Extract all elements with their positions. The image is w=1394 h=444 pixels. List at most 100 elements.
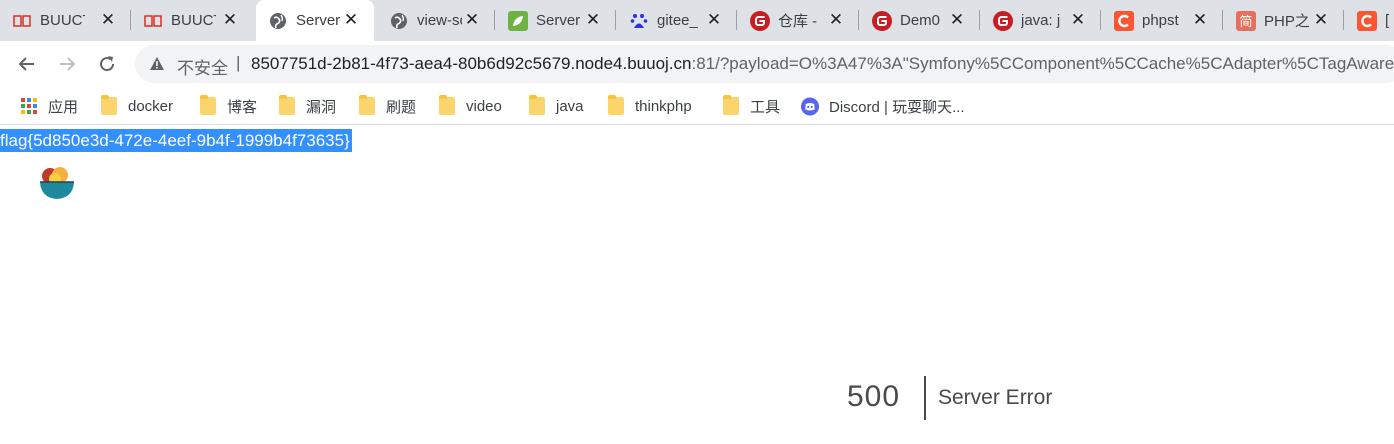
close-icon[interactable]: ✕ <box>1069 11 1087 29</box>
bookmark-docker[interactable]: docker <box>100 95 174 116</box>
globe-icon <box>268 11 288 31</box>
arrow-right-icon <box>60 57 76 71</box>
tab-view-source[interactable]: view-source ✕ <box>377 0 495 41</box>
globe-icon <box>389 11 409 31</box>
tab-buuctf-1[interactable]: BUUCTF ✕ <box>0 0 131 41</box>
tab-title: view-source <box>417 12 462 29</box>
baidu-icon <box>629 11 649 31</box>
close-icon[interactable]: ✕ <box>1191 11 1209 29</box>
arrow-left-icon <box>18 57 34 71</box>
buu-icon <box>12 11 32 31</box>
url-host: 8507751d-2b81-4f73-aea4-80b6d92c5679.nod… <box>251 54 692 73</box>
csdn-icon <box>1114 10 1134 31</box>
tab-title: phpst <box>1142 12 1179 29</box>
url-path: :81/?payload=O%3A47%3A"Symfony%5CCompone… <box>691 54 1394 73</box>
leaf-icon <box>508 10 528 31</box>
close-icon[interactable]: ✕ <box>1312 11 1330 29</box>
tab-gitee-baidu[interactable]: gitee_ ✕ <box>617 0 737 41</box>
tab-title: PHP之 <box>1264 13 1309 30</box>
tab-gitee-repo[interactable]: 仓库 - ✕ <box>738 0 859 41</box>
reload-icon <box>100 56 115 72</box>
bookmark-label: 漏洞 <box>306 98 337 116</box>
error-code: 500 <box>847 380 901 413</box>
bookmark-discord[interactable]: Discord | 玩耍聊天... <box>801 96 965 116</box>
tab-csdn-phpst[interactable]: phpst ✕ <box>1102 0 1223 41</box>
bookmark-thinkphp[interactable]: thinkphp <box>607 95 692 116</box>
gitee-icon <box>993 10 1013 31</box>
csdn-icon <box>1357 10 1377 31</box>
bookmarks-bar: 应用 docker 博客 漏洞 刷题 video java thinkphp 工… <box>0 87 1394 125</box>
folder-icon <box>528 95 546 115</box>
close-icon[interactable]: ✕ <box>948 11 966 29</box>
bookmark-video[interactable]: video <box>438 95 502 116</box>
folder-icon <box>607 95 625 115</box>
tab-separator <box>1343 10 1344 30</box>
bookmark-label: 博客 <box>227 98 258 116</box>
reload-button[interactable] <box>92 49 122 79</box>
not-secure-label[interactable]: 不安全 <box>177 54 228 79</box>
bookmark-java[interactable]: java <box>528 95 584 116</box>
tab-title: BUUCTF <box>171 12 216 29</box>
bookmark-label: 应用 <box>48 98 79 116</box>
error-divider <box>924 376 926 420</box>
tab-separator <box>1222 10 1223 30</box>
tab-gitee-java[interactable]: java: j ✕ <box>981 0 1101 41</box>
tab-separator <box>1100 10 1101 30</box>
close-icon[interactable]: ✕ <box>827 11 845 29</box>
tab-server-error-active[interactable]: Server Error ✕ <box>256 0 374 41</box>
folder-icon <box>722 95 740 115</box>
tab-server-error-2[interactable]: Server Error ✕ <box>496 0 616 41</box>
bookmark-apps[interactable]: 应用 <box>20 96 78 116</box>
bookmark-label: 刷题 <box>386 98 417 116</box>
buu-icon <box>143 11 163 31</box>
close-icon[interactable]: ✕ <box>584 11 602 29</box>
tab-title: Server Error <box>536 12 581 29</box>
folder-icon <box>358 95 376 115</box>
close-icon[interactable]: ✕ <box>705 11 723 29</box>
tab-buuctf-2[interactable]: BUUCTF ✕ <box>131 0 253 41</box>
gitee-icon <box>872 10 892 31</box>
folder-icon <box>278 95 296 115</box>
bookmark-tools[interactable]: 工具 <box>722 95 781 116</box>
bookmark-label: video <box>466 97 502 115</box>
tab-gitee-dem0[interactable]: Dem0 ✕ <box>860 0 980 41</box>
tab-separator <box>494 10 495 30</box>
folder-icon <box>199 95 217 115</box>
flag-text-selected[interactable]: flag{5d850e3d-472e-4eef-9b4f-1999b4f7363… <box>0 129 352 152</box>
discord-icon <box>801 97 819 115</box>
bowl-logo-icon <box>38 165 76 203</box>
folder-icon <box>100 95 118 115</box>
warning-triangle-icon[interactable] <box>149 56 165 76</box>
close-icon[interactable]: ✕ <box>221 11 239 29</box>
tab-separator <box>979 10 980 30</box>
tab-title: gitee_ <box>657 12 698 29</box>
close-icon[interactable]: ✕ <box>99 11 117 29</box>
address-bar[interactable]: 不安全 | 8507751d-2b81-4f73-aea4-80b6d92c56… <box>135 45 1394 83</box>
svg-text:简: 简 <box>1239 14 1252 30</box>
tab-separator <box>858 10 859 30</box>
tab-title: Dem0 <box>900 12 941 29</box>
tab-separator <box>736 10 737 30</box>
divider: | <box>236 53 241 72</box>
close-icon[interactable]: ✕ <box>342 11 360 29</box>
apps-grid-icon <box>20 97 38 115</box>
bookmark-label: 工具 <box>750 98 781 116</box>
bookmark-practice[interactable]: 刷题 <box>358 95 417 116</box>
browser-toolbar: 不安全 | 8507751d-2b81-4f73-aea4-80b6d92c56… <box>0 41 1394 87</box>
back-button[interactable] <box>12 49 42 79</box>
tab-title: [ <box>1385 12 1390 29</box>
tab-strip: BUUCTF ✕ BUUCTF ✕ Server Error ✕ view-so… <box>0 0 1394 41</box>
error-message: Server Error <box>938 386 1053 409</box>
close-icon[interactable]: ✕ <box>463 11 481 29</box>
jianshu-icon: 简 <box>1236 10 1256 31</box>
bookmark-label: docker <box>128 97 174 115</box>
bookmark-label: thinkphp <box>635 97 692 115</box>
tab-csdn-partial[interactable]: [ <box>1345 0 1394 41</box>
bookmark-vulns[interactable]: 漏洞 <box>278 95 337 116</box>
tab-jianshu-php[interactable]: 简 PHP之 ✕ <box>1224 0 1344 41</box>
bookmark-blog[interactable]: 博客 <box>199 95 258 116</box>
url-text[interactable]: 8507751d-2b81-4f73-aea4-80b6d92c5679.nod… <box>251 54 1394 74</box>
bookmark-label: Discord | 玩耍聊天... <box>829 98 965 116</box>
forward-button[interactable] <box>52 49 82 79</box>
gitee-icon <box>750 10 770 31</box>
